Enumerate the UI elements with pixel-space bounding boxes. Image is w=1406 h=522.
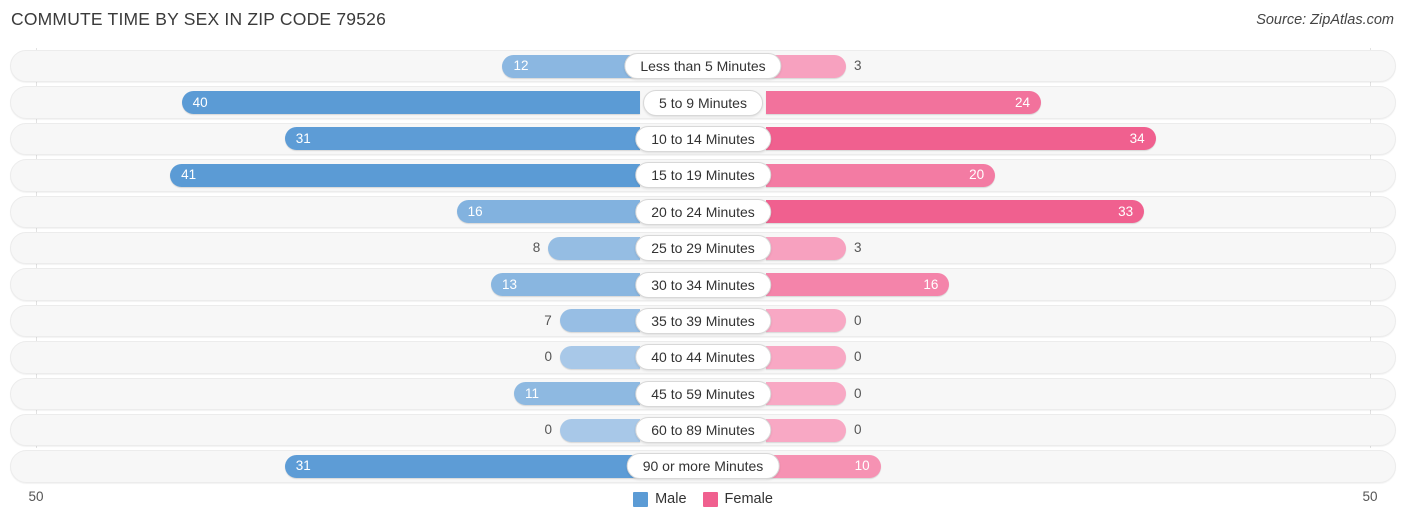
female-value-label: 0 [854, 312, 862, 328]
row-bars: 11 0 45 to 59 Minutes [0, 376, 1406, 412]
male-value-label: 16 [467, 203, 483, 219]
legend-item-male[interactable]: Male [633, 491, 687, 507]
bar-row: 0 0 40 to 44 Minutes [0, 339, 1406, 375]
male-value-label: 41 [181, 167, 197, 183]
row-bars: 31 34 10 to 14 Minutes [0, 121, 1406, 157]
female-bar[interactable]: 16 [766, 273, 950, 297]
male-bar[interactable]: 31 [284, 127, 640, 151]
bar-row: 13 16 30 to 34 Minutes [0, 266, 1406, 302]
category-label: 10 to 14 Minutes [635, 125, 771, 152]
row-bars: 12 3 Less than 5 Minutes [0, 48, 1406, 84]
bar-row: 8 3 25 to 29 Minutes [0, 230, 1406, 266]
bar-row: 40 24 5 to 9 Minutes [0, 84, 1406, 120]
row-bars: 7 0 35 to 39 Minutes [0, 303, 1406, 339]
legend-label: Female [724, 491, 773, 507]
female-bar[interactable]: 33 [766, 200, 1145, 224]
male-bar[interactable]: 13 [491, 273, 640, 297]
category-label: 60 to 89 Minutes [635, 417, 771, 444]
category-label: 25 to 29 Minutes [635, 235, 771, 262]
bar-row: 0 0 60 to 89 Minutes [0, 412, 1406, 448]
male-value-label: 0 [544, 349, 552, 365]
female-bar[interactable] [766, 382, 846, 406]
female-bar[interactable]: 24 [766, 91, 1042, 115]
male-value-label: 7 [544, 312, 552, 328]
female-bar[interactable]: 34 [766, 127, 1156, 151]
male-bar[interactable]: 16 [456, 200, 640, 224]
legend-swatch-icon [702, 491, 718, 507]
female-value-label: 0 [854, 349, 862, 365]
bar-row: 7 0 35 to 39 Minutes [0, 303, 1406, 339]
row-bars: 0 0 60 to 89 Minutes [0, 412, 1406, 448]
legend-swatch-icon [633, 491, 649, 507]
category-label: 45 to 59 Minutes [635, 380, 771, 407]
female-bar[interactable] [766, 309, 846, 333]
male-bar[interactable]: 31 [284, 454, 640, 478]
category-label: 35 to 39 Minutes [635, 307, 771, 334]
female-bar[interactable]: 20 [766, 163, 996, 187]
male-bar[interactable] [548, 236, 640, 260]
source-attribution: Source: ZipAtlas.com [1256, 12, 1394, 28]
male-bar[interactable]: 11 [513, 382, 640, 406]
chart-legend: Male Female [0, 491, 1406, 507]
bar-row: 41 20 15 to 19 Minutes [0, 157, 1406, 193]
bar-row: 11 0 45 to 59 Minutes [0, 376, 1406, 412]
bar-row: 12 3 Less than 5 Minutes [0, 48, 1406, 84]
female-value-label: 3 [854, 58, 862, 74]
category-label: 5 to 9 Minutes [643, 89, 763, 116]
male-bar[interactable] [560, 345, 640, 369]
bar-row: 16 33 20 to 24 Minutes [0, 194, 1406, 230]
category-label: 90 or more Minutes [626, 453, 780, 480]
category-label: 40 to 44 Minutes [635, 344, 771, 371]
category-label: 20 to 24 Minutes [635, 198, 771, 225]
female-bar[interactable] [766, 418, 846, 442]
male-value-label: 11 [524, 385, 539, 401]
female-value-label: 3 [854, 240, 862, 256]
male-value-label: 0 [544, 422, 552, 438]
bar-row: 31 10 90 or more Minutes [0, 448, 1406, 484]
female-bar[interactable]: 10 [766, 454, 881, 478]
female-value-label: 0 [854, 422, 862, 438]
category-label: 30 to 34 Minutes [635, 271, 771, 298]
female-value-label: 10 [854, 458, 870, 474]
male-bar[interactable] [559, 309, 640, 333]
row-bars: 0 0 40 to 44 Minutes [0, 339, 1406, 375]
category-label: Less than 5 Minutes [624, 53, 782, 80]
row-bars: 31 10 90 or more Minutes [0, 448, 1406, 484]
female-bar[interactable] [766, 236, 846, 260]
row-bars: 16 33 20 to 24 Minutes [0, 194, 1406, 230]
female-bar[interactable] [766, 345, 846, 369]
male-value-label: 40 [192, 94, 208, 110]
row-bars: 41 20 15 to 19 Minutes [0, 157, 1406, 193]
male-value-label: 12 [513, 58, 529, 74]
male-bar[interactable]: 40 [181, 91, 640, 115]
male-bar[interactable]: 12 [502, 54, 640, 78]
male-bar[interactable]: 41 [170, 163, 640, 187]
male-bar[interactable] [560, 418, 640, 442]
female-value-label: 16 [923, 276, 939, 292]
category-label: 15 to 19 Minutes [635, 162, 771, 189]
bar-row: 31 34 10 to 14 Minutes [0, 121, 1406, 157]
female-value-label: 33 [1118, 203, 1134, 219]
female-value-label: 34 [1129, 130, 1145, 146]
plot-area: 12 3 Less than 5 Minutes 40 24 5 to 9 Minutes… [0, 48, 1406, 485]
female-value-label: 20 [969, 167, 985, 183]
female-value-label: 24 [1015, 94, 1031, 110]
male-value-label: 8 [532, 240, 541, 256]
legend-item-female[interactable]: Female [702, 491, 773, 507]
page-title: COMMUTE TIME BY SEX IN ZIP CODE 79526 [11, 9, 387, 29]
row-bars: 40 24 5 to 9 Minutes [0, 84, 1406, 120]
male-value-label: 31 [295, 458, 311, 474]
row-bars: 13 16 30 to 34 Minutes [0, 266, 1406, 302]
male-value-label: 31 [295, 130, 311, 146]
male-value-label: 13 [502, 276, 518, 292]
row-bars: 8 3 25 to 29 Minutes [0, 230, 1406, 266]
legend-label: Male [655, 491, 687, 507]
commute-time-chart: COMMUTE TIME BY SEX IN ZIP CODE 79526 So… [0, 0, 1406, 522]
bar-rows: 12 3 Less than 5 Minutes 40 24 5 to 9 Minutes… [0, 48, 1406, 485]
female-value-label: 0 [854, 385, 862, 401]
